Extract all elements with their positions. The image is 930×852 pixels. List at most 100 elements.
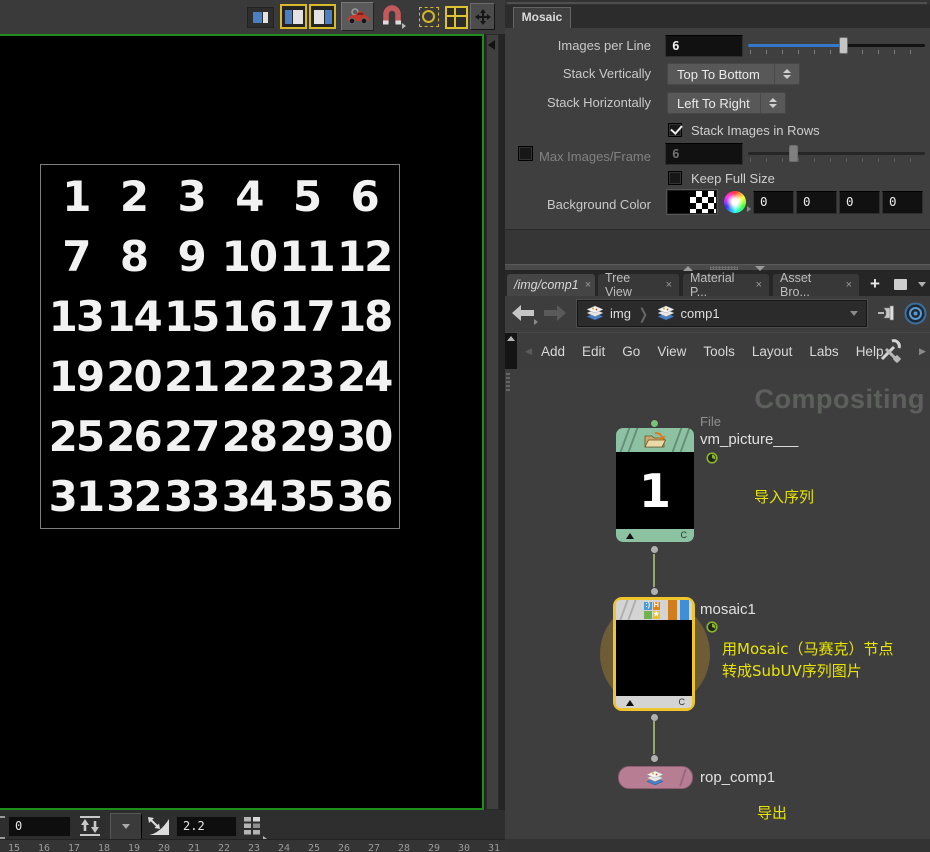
black-level-value: 0 (15, 819, 23, 833)
pane-split-right-icon[interactable] (309, 4, 336, 29)
gamma-input[interactable]: 2.2 (176, 816, 237, 837)
stack-images-in-rows-checkbox[interactable] (668, 122, 683, 137)
adapt-range-icon[interactable] (77, 814, 103, 838)
timeline-tick-label: 31 (488, 843, 501, 852)
images-per-line-slider[interactable] (748, 35, 925, 57)
right-pane: Mosaic Images per Line 6 Stack Verticall… (505, 0, 930, 852)
menu-item-tools[interactable]: Tools (703, 344, 735, 359)
pane-layout-icon[interactable] (247, 7, 274, 28)
max-images-slider[interactable] (748, 143, 925, 165)
layers-icon (646, 770, 664, 786)
pane-divider[interactable] (484, 34, 505, 810)
display-options-dropdown[interactable] (110, 813, 142, 840)
scroll-right-icon[interactable]: ▶ (919, 346, 926, 357)
pane-tab-4[interactable]: Asset Bro... × (773, 271, 859, 299)
spinner-arrows-icon[interactable] (760, 93, 785, 113)
tab-mosaic[interactable]: Mosaic (513, 7, 571, 28)
stack-vertically-dropdown[interactable]: Top To Bottom (667, 63, 800, 85)
network-editor[interactable]: Compositing 1 C File vm_picture___ 导入序列 … (505, 369, 930, 839)
grid-window-icon[interactable] (445, 6, 468, 29)
rop-node-input-dot[interactable] (650, 754, 659, 763)
splitter-grip[interactable] (710, 266, 738, 270)
max-images-input[interactable]: 6 (665, 143, 743, 165)
viewer-grid-number: 32 (106, 471, 162, 521)
file-node-name[interactable]: vm_picture___ (700, 431, 798, 448)
slider-handle[interactable] (839, 37, 849, 54)
bg-color-r-input[interactable]: 0 (753, 191, 794, 214)
mosaic-node-name[interactable]: mosaic1 (700, 601, 756, 618)
breadcrumb-segment-img[interactable]: img (610, 306, 631, 321)
mosaic-node-input-dot[interactable] (650, 587, 659, 596)
new-tab-button[interactable]: + (870, 275, 880, 293)
horizontal-splitter[interactable] (505, 264, 930, 271)
snapping-magnet-icon[interactable] (380, 3, 406, 30)
wire-mosaic-to-rop (653, 721, 655, 755)
snap-target-icon[interactable] (415, 3, 442, 30)
pan-arrows-button[interactable] (470, 3, 495, 30)
collapsed-strip[interactable] (505, 333, 517, 369)
spinner-arrows-icon[interactable] (774, 64, 799, 84)
color-wheel-icon[interactable] (724, 191, 746, 213)
menu-item-layout[interactable]: Layout (752, 344, 793, 359)
pane-top-divider (507, 2, 927, 4)
close-tab-icon[interactable]: × (750, 279, 762, 291)
maximize-pane-icon[interactable] (894, 279, 907, 290)
path-dropdown-icon[interactable] (850, 311, 858, 316)
desktop-car-button[interactable] (341, 2, 374, 31)
menu-item-labs[interactable]: Labs (809, 344, 838, 359)
pane-tab-label: Material P... (690, 271, 735, 299)
pane-tab-2[interactable]: Tree View × (598, 271, 679, 299)
images-per-line-input[interactable]: 6 (665, 35, 743, 57)
rop-node-name[interactable]: rop_comp1 (700, 769, 775, 786)
pane-split-left-icon[interactable] (280, 4, 307, 29)
bg-color-g-input[interactable]: 0 (796, 191, 837, 214)
edge-grip[interactable] (506, 373, 510, 391)
viewer-grid-number: 2 (119, 172, 149, 222)
background-color-swatch[interactable] (667, 190, 717, 214)
pane-divider-handle[interactable] (486, 34, 499, 810)
pane-tab-1[interactable]: /img/comp1 × (507, 274, 595, 296)
stack-vertically-value: Top To Bottom (677, 66, 760, 82)
keep-full-size-checkbox[interactable] (668, 171, 682, 185)
collapse-left-icon[interactable] (488, 40, 495, 50)
menu-item-edit[interactable]: Edit (582, 344, 605, 359)
houdini-window: 1 2 3 4 5 6 7 8 9 10 11 12 13 14 15 16 17 18 19 20 21 22 23 24 2… (0, 0, 930, 852)
file-node-input-dot[interactable] (650, 419, 659, 428)
rop-node[interactable] (618, 766, 693, 789)
display-flag-icon[interactable] (626, 533, 634, 539)
clipped-icon (0, 816, 5, 839)
file-node-output-dot[interactable] (650, 545, 659, 554)
file-node[interactable]: 1 C (616, 428, 694, 542)
black-level-input[interactable]: 0 (8, 816, 71, 837)
radial-menu-button[interactable] (904, 302, 927, 325)
forward-button[interactable] (542, 303, 568, 323)
timeline-tick-label: 25 (308, 843, 321, 852)
display-flag-icon[interactable] (626, 700, 634, 706)
gamma-curve-icon[interactable] (145, 814, 173, 838)
menu-item-add[interactable]: Add (541, 344, 565, 359)
bg-color-b-input[interactable]: 0 (839, 191, 880, 214)
timeline-tick-label: 27 (368, 843, 381, 852)
menu-item-go[interactable]: Go (622, 344, 640, 359)
viewer-grid-number: 3 (177, 172, 207, 222)
compositing-viewport[interactable]: 1 2 3 4 5 6 7 8 9 10 11 12 13 14 15 16 17 18 19 20 21 22 23 24 2… (0, 34, 484, 810)
close-tab-icon[interactable]: × (579, 279, 591, 291)
breadcrumb[interactable]: img ❭ comp1 (577, 300, 867, 327)
pin-pane-button[interactable] (877, 304, 897, 322)
pane-tab-3[interactable]: Material P... × (683, 271, 769, 299)
stack-horizontally-dropdown[interactable]: Left To Right (667, 92, 786, 114)
channels-grid-icon[interactable] (241, 814, 267, 842)
breadcrumb-segment-comp1[interactable]: comp1 (681, 306, 720, 321)
close-tab-icon[interactable]: × (840, 279, 852, 291)
tab-list-dropdown-icon[interactable] (918, 282, 926, 287)
mosaic-node[interactable]: :) H ★ C (613, 597, 695, 711)
annotation-export: 导出 (757, 804, 788, 822)
tools-button[interactable] (876, 339, 902, 363)
menu-item-view[interactable]: View (657, 344, 686, 359)
back-button[interactable] (510, 303, 538, 325)
slider-handle[interactable] (789, 145, 799, 162)
scroll-left-icon[interactable]: ◀ (525, 346, 532, 357)
close-tab-icon[interactable]: × (660, 279, 672, 291)
bg-color-a-input[interactable]: 0 (882, 191, 923, 214)
viewer-grid-number: 4 (235, 172, 264, 222)
